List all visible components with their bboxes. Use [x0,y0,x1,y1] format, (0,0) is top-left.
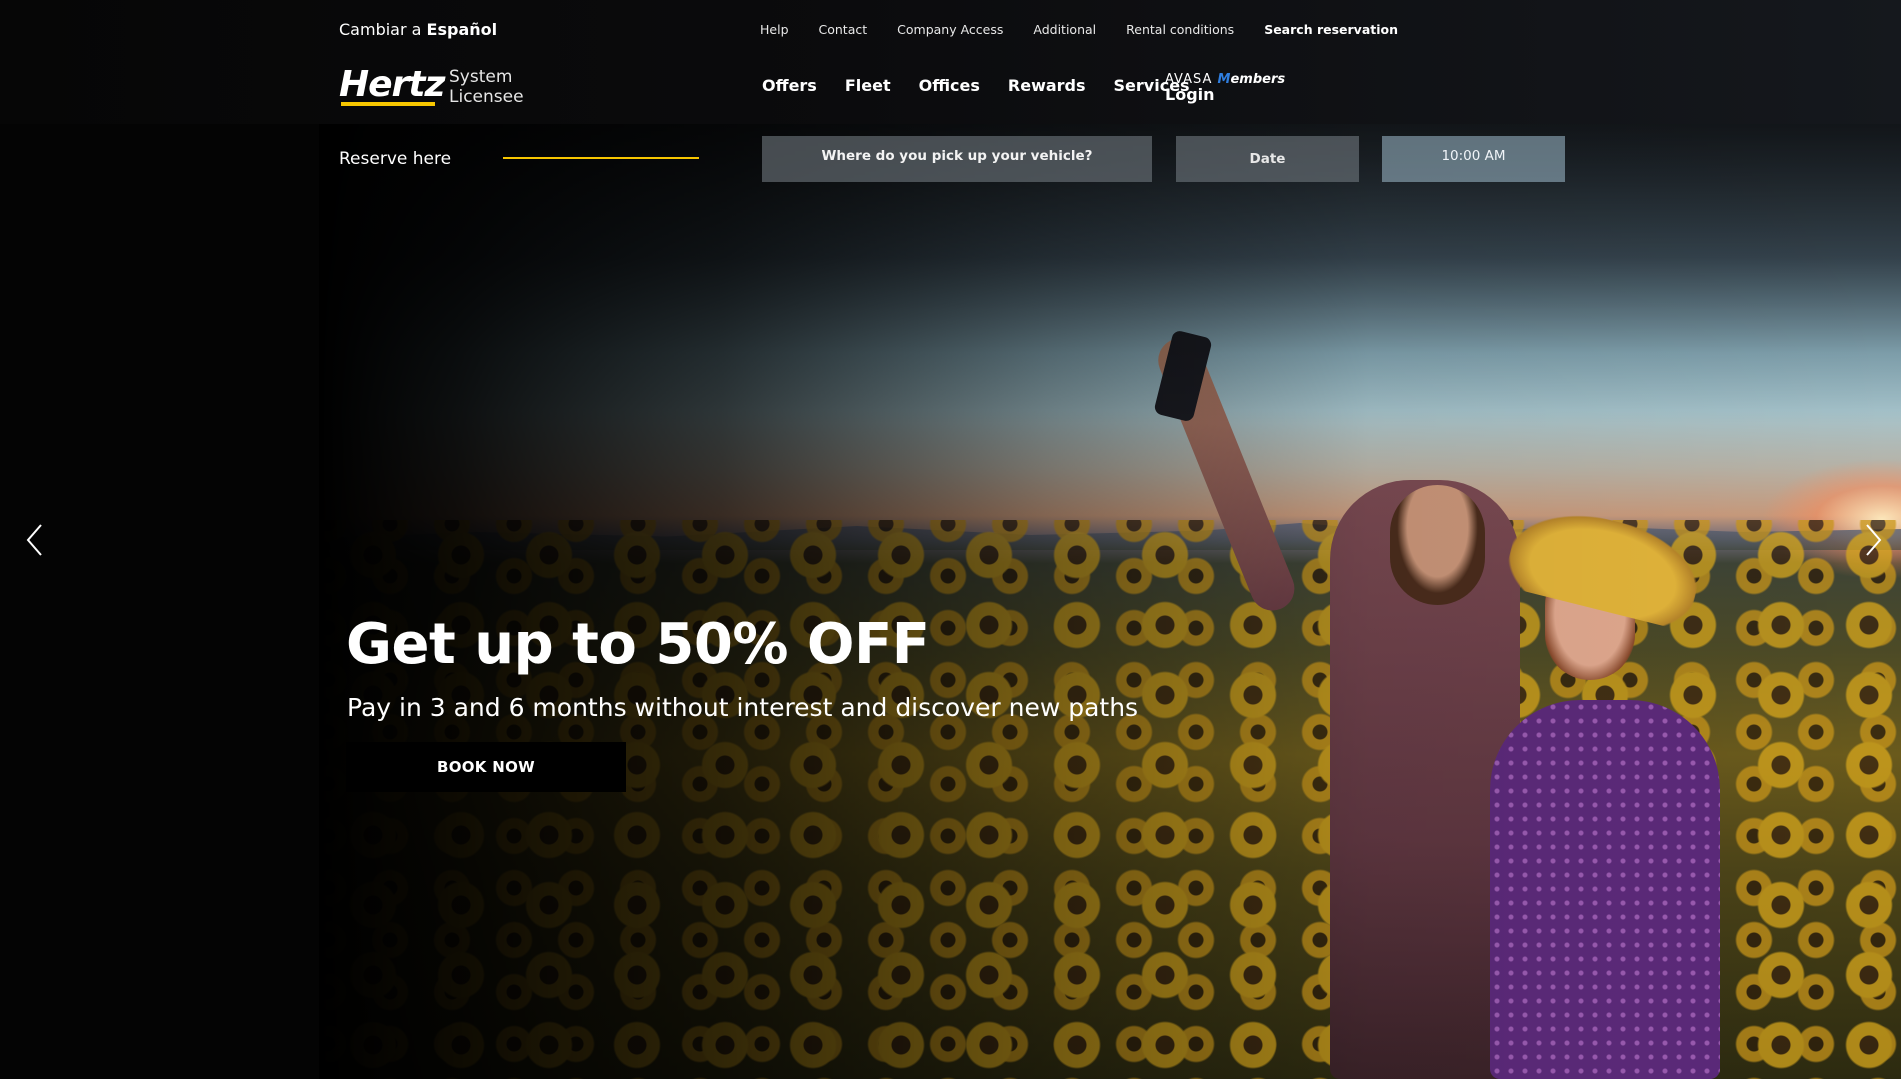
avasa-members-login[interactable]: AVASA Members Login [1165,72,1286,104]
carousel-prev-button[interactable] [20,522,50,558]
reserve-label: Reserve here [339,149,452,169]
main-nav: Offers Fleet Offices Rewards Services [762,76,1190,95]
nav-offers[interactable]: Offers [762,76,817,95]
members-lead: M [1217,72,1231,87]
hero-subtitle: Pay in 3 and 6 months without interest a… [347,693,1139,722]
utility-nav: Help Contact Company Access Additional R… [760,22,1398,37]
link-additional[interactable]: Additional [1033,22,1096,37]
hero-title: Get up to 50% OFF [346,612,930,677]
logo-subtitle-line1: System [449,67,513,87]
link-help[interactable]: Help [760,22,789,37]
nav-rewards[interactable]: Rewards [1008,76,1086,95]
book-now-button[interactable]: BOOK NOW [346,742,626,792]
chevron-left-icon [26,524,42,556]
language-switch-prefix: Cambiar a [339,20,427,39]
link-search-reservation[interactable]: Search reservation [1264,22,1398,37]
members-rest: embers [1230,72,1286,87]
date-input[interactable]: Date [1176,136,1359,182]
language-switch-target: Español [426,20,498,39]
nav-fleet[interactable]: Fleet [845,76,891,95]
time-select[interactable]: 10:00 AM [1382,136,1565,182]
logo-subtitle: System Licensee [449,67,524,107]
logo-underline [341,102,435,106]
carousel-next-button[interactable] [1858,522,1888,558]
link-company-access[interactable]: Company Access [897,22,1003,37]
hertz-logo[interactable]: Hertz System Licensee [339,64,539,110]
page: Cambiar a Español Help Contact Company A… [0,0,1901,1079]
link-rental-conditions[interactable]: Rental conditions [1126,22,1234,37]
reserve-underline [503,157,699,159]
site-header: Cambiar a Español Help Contact Company A… [0,0,1901,124]
login-link: Login [1165,85,1215,104]
link-contact[interactable]: Contact [819,22,868,37]
logo-wordmark: Hertz [339,64,445,105]
pickup-location-input[interactable]: Where do you pick up your vehicle? [762,136,1152,182]
nav-offices[interactable]: Offices [919,76,980,95]
language-switch[interactable]: Cambiar a Español [339,20,497,39]
chevron-right-icon [1866,524,1882,556]
logo-subtitle-line2: Licensee [449,87,524,107]
